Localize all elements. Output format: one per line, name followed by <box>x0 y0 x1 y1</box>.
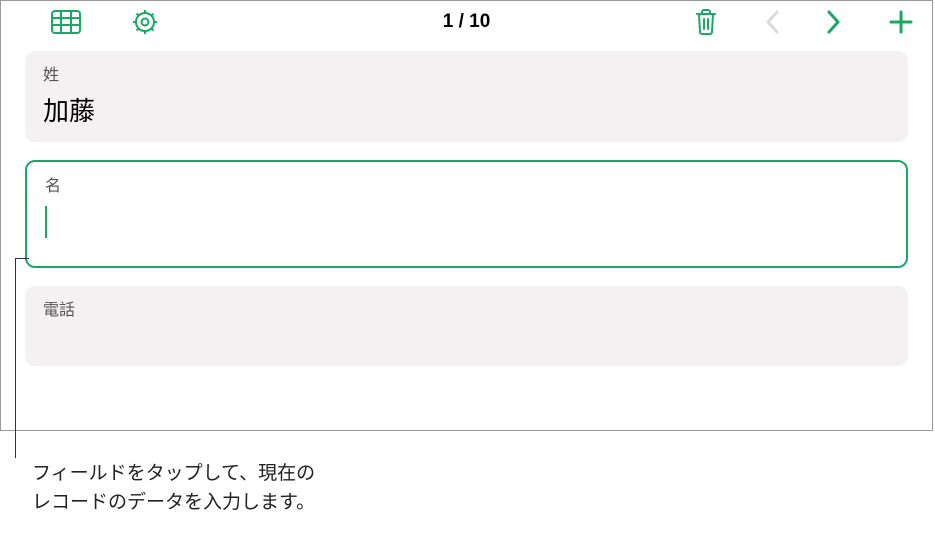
callout-connector-tick <box>15 258 29 259</box>
field-label: 名 <box>45 172 888 196</box>
text-caret <box>45 206 47 238</box>
callout-connector-line <box>15 258 16 458</box>
callout-text: フィールドをタップして、現在の レコードのデータを入力します。 <box>32 459 315 518</box>
field-phone[interactable]: 電話 <box>25 286 908 366</box>
form-fields: 姓 加藤 名 電話 <box>1 43 932 390</box>
field-label: 電話 <box>43 296 890 320</box>
field-value[interactable]: 加藤 <box>43 91 890 128</box>
field-input[interactable] <box>45 202 888 243</box>
gear-icon[interactable] <box>131 8 159 36</box>
callout-line1: フィールドをタップして、現在の <box>32 459 315 488</box>
toolbar: 1 / 10 <box>1 1 932 43</box>
prev-record-icon <box>764 9 780 35</box>
field-firstname[interactable]: 名 <box>25 160 908 268</box>
field-label: 姓 <box>43 61 890 85</box>
callout-line2: レコードのデータを入力します。 <box>32 488 315 517</box>
trash-icon[interactable] <box>694 8 718 36</box>
next-record-icon[interactable] <box>826 9 842 35</box>
field-surname[interactable]: 姓 加藤 <box>25 51 908 142</box>
add-record-icon[interactable] <box>888 9 914 35</box>
table-view-icon[interactable] <box>51 10 81 34</box>
record-position: 1 / 10 <box>443 11 491 33</box>
